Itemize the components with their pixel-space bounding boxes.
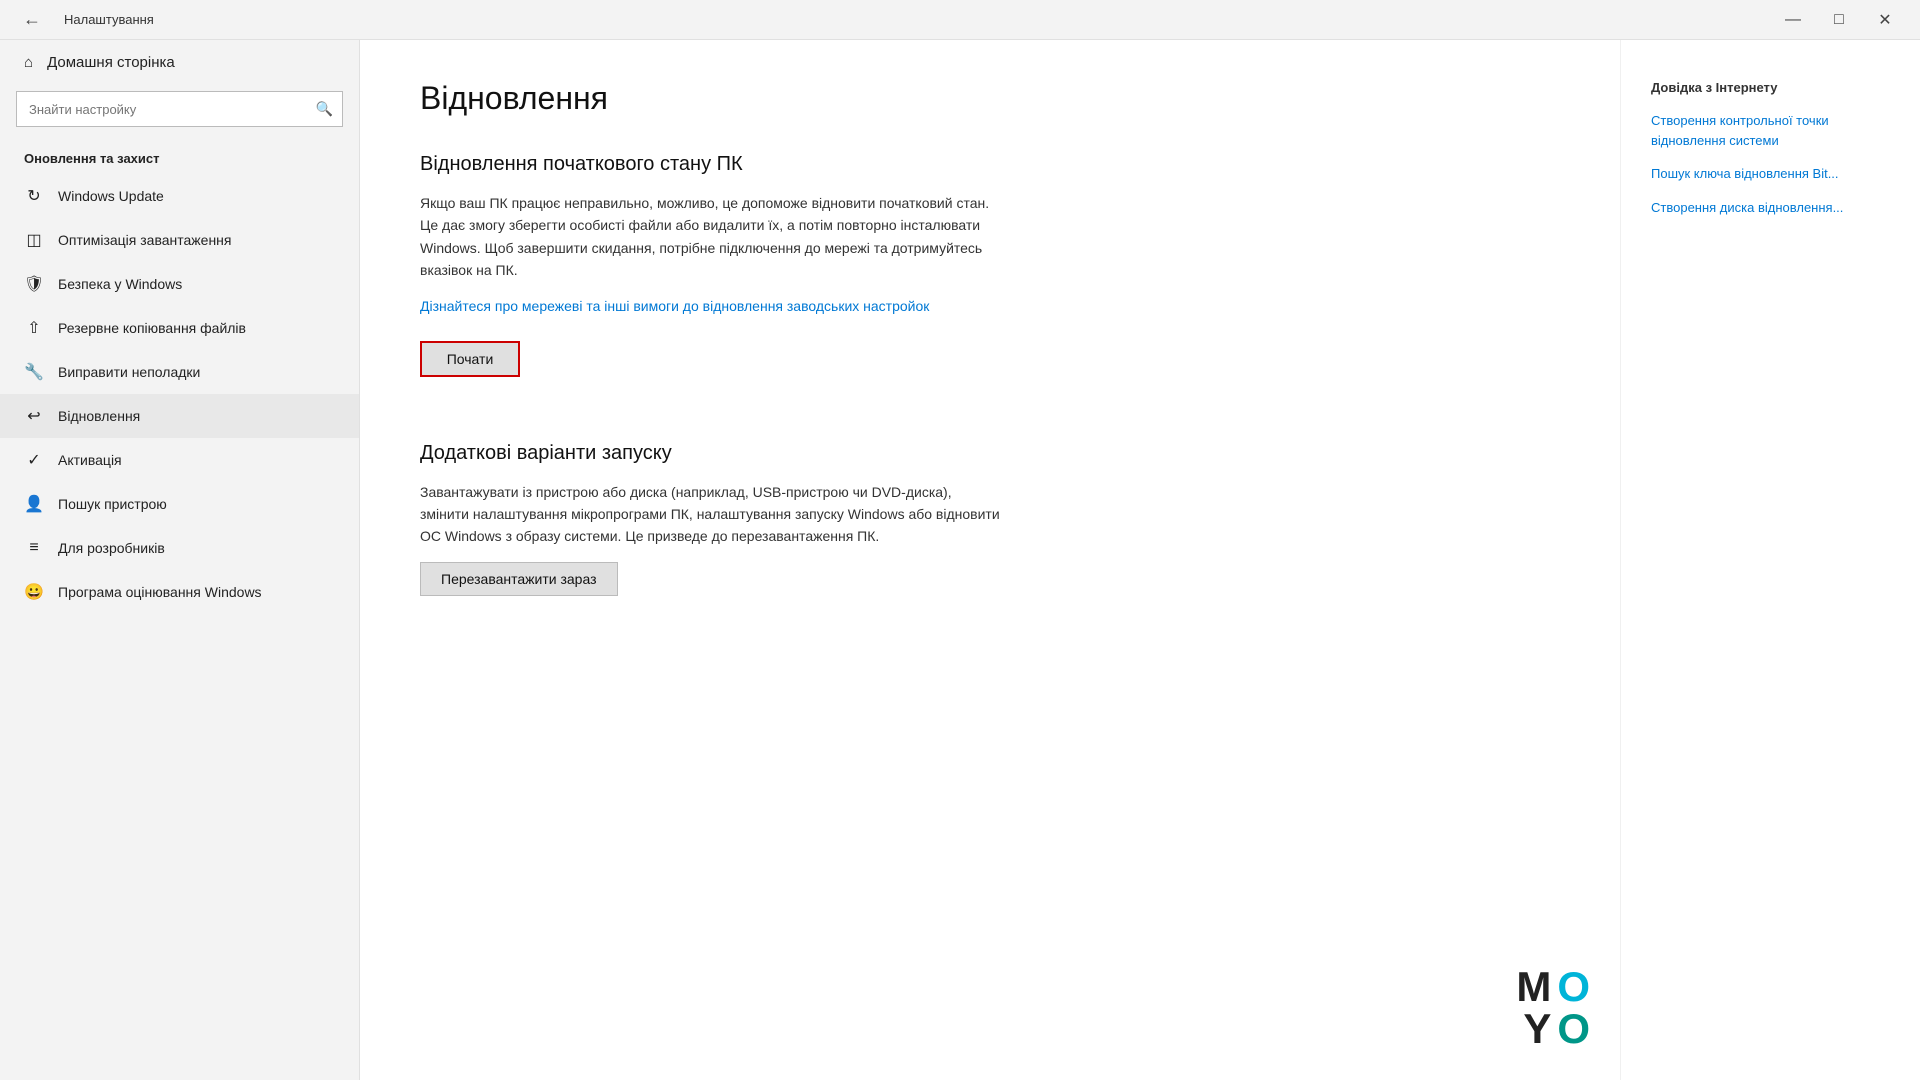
close-button[interactable]: ✕ [1862, 0, 1908, 40]
titlebar-title: Налаштування [64, 12, 154, 27]
moyo-letter-o1: O [1557, 966, 1590, 1008]
activation-icon: ✓ [24, 450, 44, 470]
sidebar-item-delivery-optimization[interactable]: ◫ Оптимізація завантаження [0, 218, 359, 262]
titlebar: ← Налаштування — □ ✕ [0, 0, 1920, 40]
section-divider [420, 409, 1560, 410]
sidebar-item-find-device[interactable]: 👤 Пошук пристрою [0, 482, 359, 526]
sidebar-item-windows-update[interactable]: ↻ Windows Update [0, 174, 359, 218]
sidebar: ⌂ Домашня сторінка 🔍 Оновлення та захист… [0, 40, 360, 1080]
sidebar-item-recovery[interactable]: ↩ Відновлення [0, 394, 359, 438]
feedback-icon: 😀 [24, 582, 44, 602]
sidebar-item-feedback[interactable]: 😀 Програма оцінювання Windows [0, 570, 359, 614]
sidebar-section-title: Оновлення та захист [0, 143, 359, 174]
reset-learn-more-link[interactable]: Дізнайтеся про мережеві та інші вимоги д… [420, 296, 929, 317]
help-link-2[interactable]: Пошук ключа відновлення Bit... [1651, 164, 1890, 184]
sidebar-item-label: Резервне копіювання файлів [58, 320, 246, 336]
sidebar-item-label: Активація [58, 452, 122, 468]
search-icon: 🔍 [316, 101, 333, 118]
sidebar-item-label: Windows Update [58, 188, 164, 204]
home-label: Домашня сторінка [47, 54, 175, 71]
moyo-letter-o2: O [1557, 1008, 1590, 1050]
search-input[interactable] [16, 91, 343, 127]
home-icon: ⌂ [24, 54, 33, 71]
back-button[interactable]: ← [12, 0, 52, 40]
moyo-logo: M O Y O [1516, 966, 1590, 1050]
recovery-icon: ↩ [24, 406, 44, 426]
sidebar-item-troubleshoot[interactable]: 🔧 Виправити неполадки [0, 350, 359, 394]
reset-section-title: Відновлення початкового стану ПК [420, 153, 1560, 176]
sidebar-item-activation[interactable]: ✓ Активація [0, 438, 359, 482]
titlebar-controls: — □ ✕ [1770, 0, 1908, 40]
sidebar-item-label: Оптимізація завантаження [58, 232, 231, 248]
troubleshoot-icon: 🔧 [24, 362, 44, 382]
main-content: Відновлення Відновлення початкового стан… [360, 40, 1620, 1080]
sidebar-item-label: Відновлення [58, 408, 140, 424]
advanced-description: Завантажувати із пристрою або диска (нап… [420, 481, 1000, 548]
sidebar-search-container: 🔍 [16, 91, 343, 127]
backup-icon: ⇧ [24, 318, 44, 338]
moyo-letter-m: M [1516, 966, 1551, 1008]
help-panel: Довідка з Інтернету Створення контрольно… [1620, 40, 1920, 1080]
help-link-1[interactable]: Створення контрольної точки відновлення … [1651, 111, 1890, 150]
sidebar-item-label: Безпека у Windows [58, 276, 182, 292]
sidebar-item-label: Пошук пристрою [58, 496, 167, 512]
advanced-section-title: Додаткові варіанти запуску [420, 442, 1560, 465]
find-device-icon: 👤 [24, 494, 44, 514]
restart-now-button[interactable]: Перезавантажити зараз [420, 562, 618, 596]
sidebar-item-backup[interactable]: ⇧ Резервне копіювання файлів [0, 306, 359, 350]
sidebar-home-item[interactable]: ⌂ Домашня сторінка [0, 40, 359, 85]
sidebar-item-label: Виправити неполадки [58, 364, 200, 380]
moyo-letter-y: Y [1523, 1008, 1551, 1050]
maximize-button[interactable]: □ [1816, 0, 1862, 40]
sidebar-item-label: Програма оцінювання Windows [58, 584, 262, 600]
help-link-3[interactable]: Створення диска відновлення... [1651, 198, 1890, 218]
sidebar-item-developer[interactable]: ≡ Для розробників [0, 526, 359, 570]
windows-update-icon: ↻ [24, 186, 44, 206]
delivery-optimization-icon: ◫ [24, 230, 44, 250]
help-title: Довідка з Інтернету [1651, 80, 1890, 95]
app-body: ⌂ Домашня сторінка 🔍 Оновлення та захист… [0, 40, 1920, 1080]
page-title: Відновлення [420, 80, 1560, 117]
sidebar-item-label: Для розробників [58, 540, 165, 556]
developer-icon: ≡ [24, 538, 44, 558]
security-icon: 🛡 [24, 274, 44, 294]
reset-description: Якщо ваш ПК працює неправильно, можливо,… [420, 192, 1000, 282]
moyo-row-1: M O [1516, 966, 1590, 1008]
sidebar-item-windows-security[interactable]: 🛡 Безпека у Windows [0, 262, 359, 306]
moyo-row-2: Y O [1523, 1008, 1590, 1050]
start-reset-button[interactable]: Почати [420, 341, 520, 377]
minimize-button[interactable]: — [1770, 0, 1816, 40]
titlebar-left: ← Налаштування [12, 0, 154, 40]
